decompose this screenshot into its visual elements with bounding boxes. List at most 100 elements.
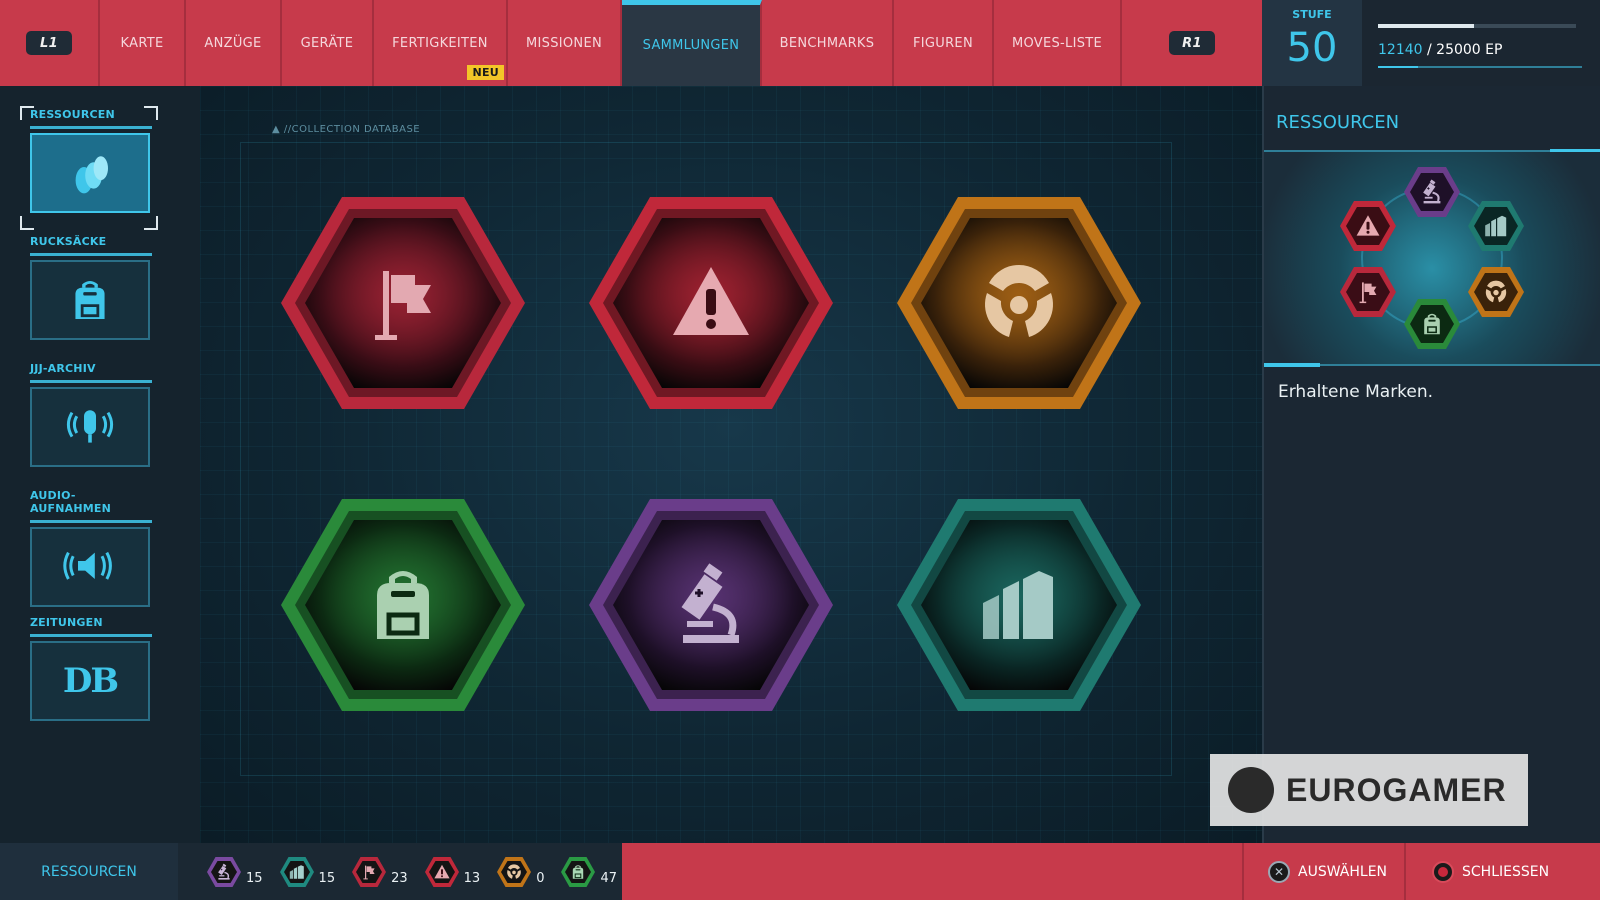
select-label: AUSWÄHLEN — [1298, 863, 1388, 880]
level-label: STUFE — [1292, 8, 1332, 21]
tab-label: SAMMLUNGEN — [642, 38, 740, 53]
microscope-icon — [207, 856, 241, 887]
category-jjj-archiv[interactable]: JJJ-ARCHIV — [30, 362, 152, 467]
left-bumper-tab[interactable]: L1 — [0, 0, 100, 86]
backpack-icon — [561, 856, 596, 887]
category-tile[interactable] — [30, 133, 150, 213]
crime-token-hex — [589, 197, 833, 409]
category-audio-aufnahmen[interactable]: AUDIO-AUFNAHMEN — [30, 489, 152, 607]
tab-sammlungen[interactable]: SAMMLUNGEN — [622, 0, 762, 86]
token-count-fisk-hideout: 0 — [496, 856, 544, 888]
category-label: JJJ-ARCHIV — [30, 362, 96, 375]
l1-button-icon[interactable]: L1 — [26, 31, 72, 55]
right-bumper-tab[interactable]: R1 — [1122, 0, 1262, 86]
category-bar — [30, 253, 152, 256]
category-tile[interactable] — [30, 260, 150, 340]
backpack-icon — [75, 280, 105, 320]
token-count-value: 47 — [600, 870, 618, 886]
preview-backpack-token — [1404, 299, 1460, 349]
tab-label: BENCHMARKS — [779, 35, 875, 51]
category-ressourcen[interactable]: RESSOURCEN — [30, 108, 152, 213]
xp-total: / 25000 EP — [1427, 42, 1503, 58]
category-rucksäcke[interactable]: RUCKSÄCKE — [30, 235, 152, 340]
panel-title: RESSOURCEN — [1276, 112, 1400, 133]
crime-token[interactable] — [588, 196, 834, 410]
top-navigation: L1 KARTE ANZÜGE GERÄTE FERTIGKEITEN NEU MISSI… — [0, 0, 1262, 86]
token-count-microscope: 15 — [206, 856, 263, 888]
warning-icon — [424, 856, 459, 887]
xp-box: 12140 / 25000 EP — [1362, 0, 1600, 86]
panel-description: Erhaltene Marken. — [1278, 382, 1434, 402]
eurogamer-brand: EUROGAMER — [1286, 771, 1507, 808]
bottom-separator — [1242, 843, 1244, 900]
xp-progress-fill — [1378, 24, 1475, 28]
r1-button-icon[interactable]: R1 — [1169, 31, 1215, 55]
token-count-value: 15 — [246, 870, 263, 886]
coins-icon — [75, 156, 108, 194]
category-label: AUDIO-AUFNAHMEN — [30, 489, 112, 515]
xp-current: 12140 — [1378, 42, 1423, 58]
base-token[interactable] — [896, 196, 1142, 410]
tab-label: MISSIONEN — [526, 35, 602, 51]
tab-label: FIGUREN — [913, 35, 973, 51]
tab-figuren[interactable]: FIGUREN — [894, 0, 994, 86]
category-tile[interactable] — [30, 387, 150, 467]
token-preview — [1264, 152, 1600, 364]
base-token-hex — [897, 197, 1141, 409]
token-count-value: 0 — [536, 870, 545, 886]
tab-geräte[interactable]: GERÄTE — [282, 0, 374, 86]
fisk-hideout-icon — [497, 856, 532, 887]
tab-missionen[interactable]: MISSIONEN — [508, 0, 622, 86]
speaker-icon — [63, 551, 112, 580]
landmark-token[interactable] — [280, 196, 526, 410]
category-zeitungen[interactable]: ZEITUNGEN DB — [30, 616, 152, 721]
category-bar — [30, 520, 152, 523]
eurogamer-watermark: EUROGAMER — [1210, 754, 1528, 826]
bottom-bar: RESSOURCEN 15 15 23 13 0 47 ✕ AUSWÄHLEN … — [0, 843, 1600, 900]
level-box: STUFE 50 — [1262, 0, 1362, 86]
tab-label: KARTE — [120, 35, 164, 51]
select-action[interactable]: ✕ AUSWÄHLEN — [1268, 843, 1387, 900]
category-label: RESSOURCEN — [30, 108, 115, 121]
preview-crime-token — [1340, 201, 1396, 251]
bottom-separator-2 — [1404, 843, 1406, 900]
xp-underline — [1378, 66, 1582, 68]
research-token[interactable] — [588, 498, 834, 712]
tab-label: MOVES-LISTE — [1011, 35, 1103, 51]
tab-label: FERTIGKEITEN — [392, 35, 488, 51]
preview-base-token — [1468, 267, 1524, 317]
category-tile[interactable] — [30, 527, 150, 607]
collection-database-label: //COLLECTION DATABASE — [283, 124, 421, 135]
panel-divider-bottom — [1264, 363, 1600, 367]
collection-database-title: ▲ //COLLECTION DATABASE — [272, 124, 421, 135]
microphone-icon — [66, 410, 114, 443]
new-badge: NEU — [467, 65, 504, 80]
close-label: SCHLIESSEN — [1462, 863, 1550, 880]
xp-progress-bar — [1378, 24, 1576, 28]
token-count-warning: 13 — [424, 856, 480, 888]
backpack-token-hex — [281, 499, 525, 711]
category-sidebar: RESSOURCEN RUCKSÄCKE JJJ-ARCHIV AUDIO-AU… — [0, 86, 200, 843]
preview-research-token — [1404, 167, 1460, 217]
daily-bugle-icon: DB — [62, 661, 119, 701]
tab-moves-liste[interactable]: MOVES-LISTE — [994, 0, 1122, 86]
level-value: 50 — [1286, 25, 1338, 71]
backpack-token[interactable] — [280, 498, 526, 712]
token-count-buildings: 15 — [279, 856, 335, 888]
category-tile[interactable]: DB — [30, 641, 150, 721]
tab-karte[interactable]: KARTE — [100, 0, 186, 86]
tab-label: ANZÜGE — [204, 35, 262, 51]
token-count-value: 23 — [391, 870, 408, 886]
category-bar — [30, 380, 152, 383]
cross-button-icon: ✕ — [1268, 860, 1290, 883]
challenge-token[interactable] — [896, 498, 1142, 712]
preview-challenge-token — [1468, 201, 1524, 251]
category-bar — [30, 634, 152, 637]
tab-fertigkeiten[interactable]: FERTIGKEITEN NEU — [374, 0, 508, 86]
tab-benchmarks[interactable]: BENCHMARKS — [762, 0, 894, 86]
token-count-flag: 23 — [351, 856, 408, 888]
nav-tabs: KARTE ANZÜGE GERÄTE FERTIGKEITEN NEU MISSIONE… — [100, 0, 1122, 86]
landmark-token-hex — [281, 197, 525, 409]
close-action[interactable]: SCHLIESSEN — [1432, 843, 1549, 900]
tab-anzüge[interactable]: ANZÜGE — [186, 0, 282, 86]
